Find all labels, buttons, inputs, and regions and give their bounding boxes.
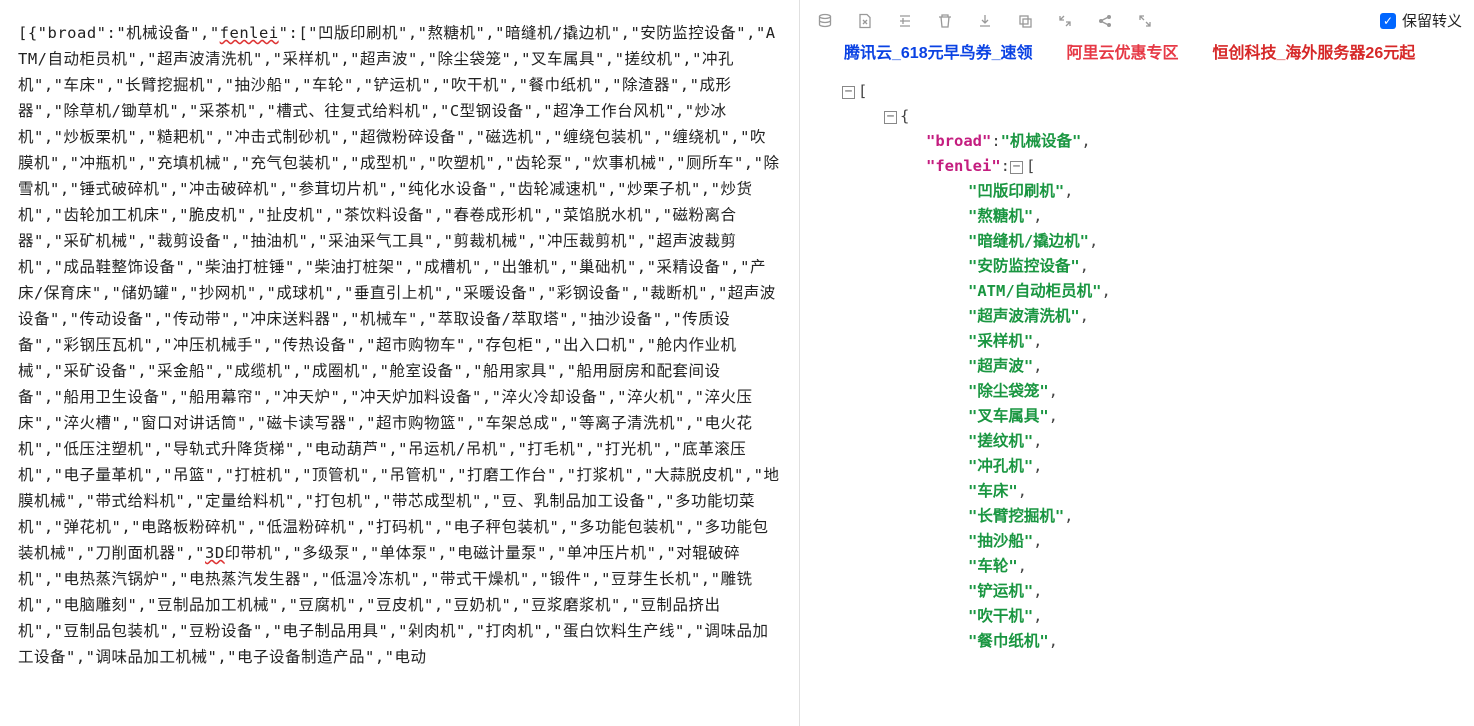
json-tree-view[interactable]: −[−{"broad":"机械设备","fenlei":−["凹版印刷机","熬… (804, 73, 1474, 654)
tree-array-item: "餐巾纸机", (842, 629, 1474, 654)
indent-icon[interactable] (896, 12, 914, 30)
file-x-icon[interactable] (856, 12, 874, 30)
tree-array-item: "搓纹机", (842, 429, 1474, 454)
ads-row: 腾讯云_618元早鸟券_速领 阿里云优惠专区 恒创科技_海外服务器26元起 (804, 37, 1474, 73)
tree-array-item: "暗缝机/撬边机", (842, 229, 1474, 254)
left-raw-json-panel: [{"broad":"机械设备","fenlei":["凹版印刷机","熬糖机"… (0, 0, 800, 726)
tree-array-item: "超声波", (842, 354, 1474, 379)
expand-icon[interactable] (1136, 12, 1154, 30)
tree-array-item: "除尘袋笼", (842, 379, 1474, 404)
tree-array-item: "冲孔机", (842, 454, 1474, 479)
tree-array-item: "长臂挖掘机", (842, 504, 1474, 529)
tree-array-item: "ATM/自动柜员机", (842, 279, 1474, 304)
download-icon[interactable] (976, 12, 994, 30)
collapse-toggle[interactable]: − (842, 86, 855, 99)
tree-array-item: "吹干机", (842, 604, 1474, 629)
checkbox-label: 保留转义 (1402, 10, 1462, 31)
preserve-escape-checkbox[interactable]: ✓ 保留转义 (1380, 10, 1462, 31)
database-icon[interactable] (816, 12, 834, 30)
checkmark-icon: ✓ (1380, 13, 1396, 29)
tree-array-item: "超声波清洗机", (842, 304, 1474, 329)
tree-array-item: "叉车属具", (842, 404, 1474, 429)
tree-array-item: "车床", (842, 479, 1474, 504)
tree-array-item: "熬糖机", (842, 204, 1474, 229)
ad-link-aliyun[interactable]: 阿里云优惠专区 (1067, 39, 1179, 63)
tree-array-item: "车轮", (842, 554, 1474, 579)
ad-link-tencent[interactable]: 腾讯云_618元早鸟券_速领 (844, 39, 1033, 63)
tree-array-item: "安防监控设备", (842, 254, 1474, 279)
collapse-toggle[interactable]: − (1010, 161, 1023, 174)
tree-array-item: "采样机", (842, 329, 1474, 354)
toolbar: ✓ 保留转义 (804, 0, 1474, 37)
copy-icon[interactable] (1016, 12, 1034, 30)
collapse-toggle[interactable]: − (884, 111, 897, 124)
raw-json-text[interactable]: [{"broad":"机械设备","fenlei":["凹版印刷机","熬糖机"… (18, 20, 781, 670)
tree-array-item: "铲运机", (842, 579, 1474, 604)
tree-array-item: "抽沙船", (842, 529, 1474, 554)
trash-icon[interactable] (936, 12, 954, 30)
compress-icon[interactable] (1056, 12, 1074, 30)
ad-link-hengchuang[interactable]: 恒创科技_海外服务器26元起 (1213, 39, 1416, 63)
tree-array-item: "凹版印刷机", (842, 179, 1474, 204)
share-icon[interactable] (1096, 12, 1114, 30)
right-formatted-panel: ✓ 保留转义 腾讯云_618元早鸟券_速领 阿里云优惠专区 恒创科技_海外服务器… (800, 0, 1474, 726)
